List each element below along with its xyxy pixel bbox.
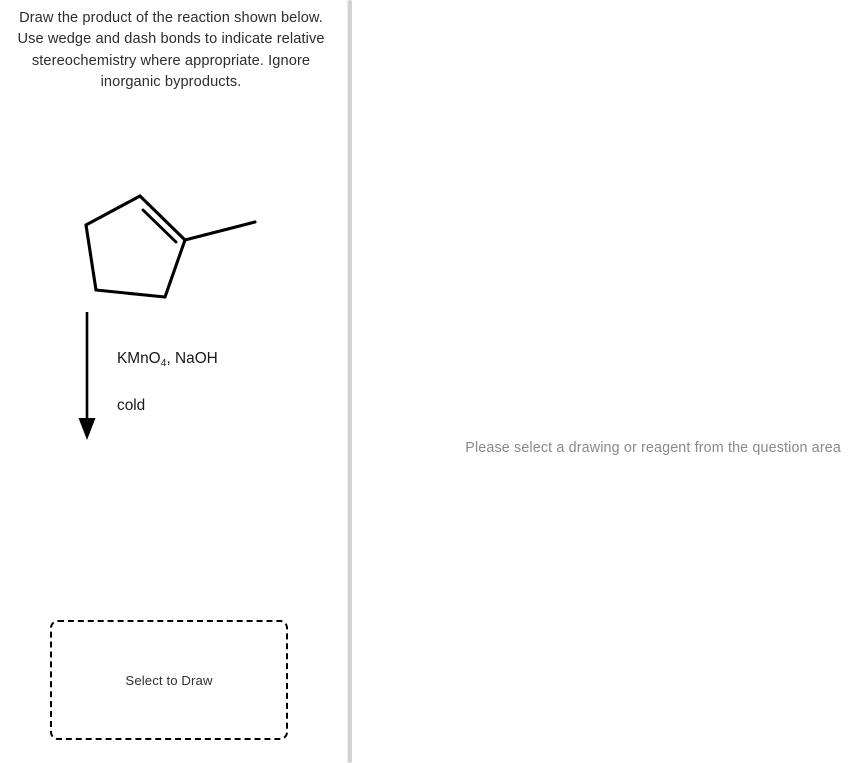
select-to-draw-label: Select to Draw bbox=[125, 672, 213, 688]
editor-placeholder-message: Please select a drawing or reagent from … bbox=[465, 440, 841, 456]
reaction-scheme: KMnO4, NaOH cold Select to Draw bbox=[0, 150, 347, 740]
reagent-line-condition[interactable]: cold bbox=[117, 397, 145, 415]
reaction-arrow-icon bbox=[78, 312, 96, 440]
reagent-naoh-suffix: , NaOH bbox=[166, 350, 218, 367]
reagent-kmno4-subscript: 4 bbox=[160, 357, 167, 369]
reagent-kmno4-prefix: KMnO bbox=[117, 350, 161, 367]
reactant-structure-1-methylcyclopentene[interactable] bbox=[40, 160, 270, 310]
question-prompt: Draw the product of the reaction shown b… bbox=[17, 10, 325, 90]
drawing-editor-panel[interactable]: Please select a drawing or reagent from … bbox=[353, 0, 856, 763]
reagent-line-primary[interactable]: KMnO4, NaOH bbox=[117, 350, 218, 369]
question-panel: Draw the product of the reaction shown b… bbox=[0, 0, 347, 763]
question-screen: Draw the product of the reaction shown b… bbox=[0, 0, 856, 763]
select-to-draw-dropzone[interactable]: Select to Draw bbox=[50, 620, 288, 740]
scrollbar-track[interactable] bbox=[348, 0, 352, 763]
